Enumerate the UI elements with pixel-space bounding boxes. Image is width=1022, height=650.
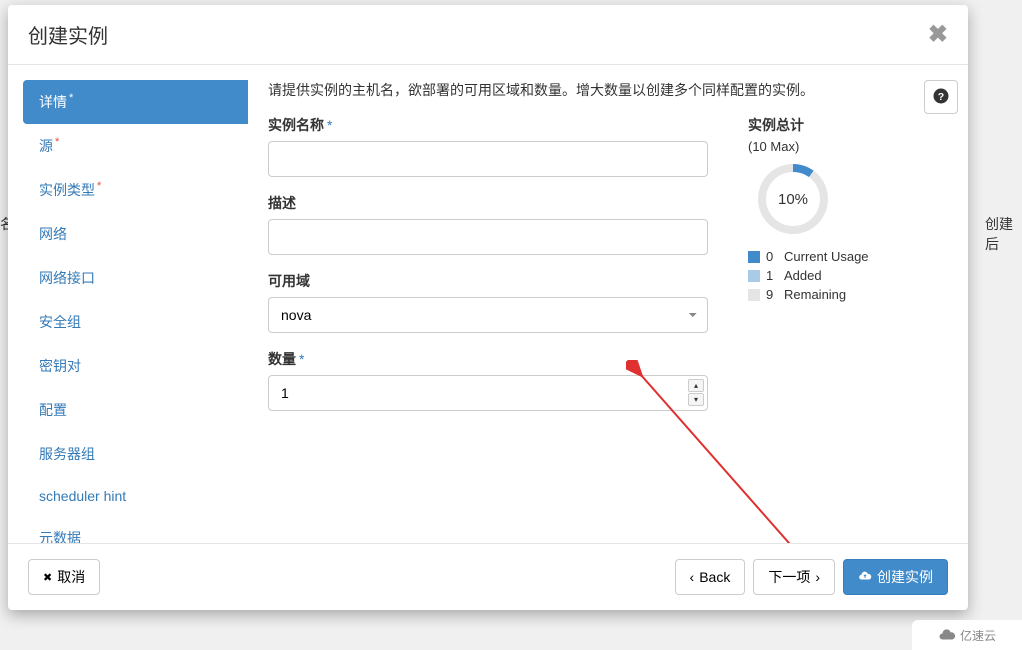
next-button[interactable]: 下一项 › [753, 559, 835, 595]
create-instance-modal: 创建实例 ✖ 详情* 源* 实例类型* 网络 网络接口 安全组 密钥对 [8, 5, 968, 610]
donut-percent-label: 10% [766, 172, 820, 226]
help-icon: ? [932, 87, 950, 108]
count-input[interactable] [268, 375, 708, 411]
sidebar-item-server-groups[interactable]: 服务器组 [23, 432, 248, 476]
sidebar-item-ports[interactable]: 网络接口 [23, 256, 248, 300]
help-button[interactable]: ? [924, 80, 958, 114]
summary-title: 实例总计 [748, 115, 948, 135]
count-step-down[interactable]: ▾ [688, 393, 704, 406]
close-icon: ✖ [43, 571, 52, 584]
modal-header: 创建实例 ✖ [8, 5, 968, 65]
chevron-left-icon: ‹ [690, 569, 695, 585]
description-input[interactable] [268, 219, 708, 255]
sidebar-item-scheduler-hint[interactable]: scheduler hint [23, 476, 248, 516]
create-instance-button[interactable]: 创建实例 [843, 559, 948, 595]
count-step-up[interactable]: ▴ [688, 379, 704, 392]
close-icon[interactable]: ✖ [928, 23, 948, 47]
sidebar-item-details[interactable]: 详情* [23, 80, 248, 124]
legend-remaining: 9 Remaining [748, 287, 948, 302]
instance-name-label: 实例名称* [268, 115, 708, 135]
sidebar-item-security-groups[interactable]: 安全组 [23, 300, 248, 344]
watermark: 亿速云 [912, 620, 1022, 650]
modal-body: 详情* 源* 实例类型* 网络 网络接口 安全组 密钥对 配置 [8, 65, 968, 543]
legend-current-usage: 0 Current Usage [748, 249, 948, 264]
wizard-content: ? 请提供实例的主机名，欲部署的可用区域和数量。增大数量以创建多个同样配置的实例… [248, 65, 968, 543]
chevron-right-icon: › [815, 569, 820, 585]
wizard-sidebar: 详情* 源* 实例类型* 网络 网络接口 安全组 密钥对 配置 [8, 65, 248, 543]
cancel-button[interactable]: ✖ 取消 [28, 559, 100, 595]
sidebar-item-metadata[interactable]: 元数据 [23, 516, 248, 543]
back-button[interactable]: ‹ Back [675, 559, 746, 595]
summary-subtitle: (10 Max) [748, 139, 948, 154]
modal-title: 创建实例 [28, 20, 108, 49]
description-label: 描述 [268, 193, 708, 213]
sidebar-item-network[interactable]: 网络 [23, 212, 248, 256]
count-label: 数量* [268, 349, 708, 369]
availability-zone-select[interactable]: nova [268, 297, 708, 333]
bg-col-created: 创建后 [985, 214, 1022, 254]
sidebar-item-keypair[interactable]: 密钥对 [23, 344, 248, 388]
availability-zone-label: 可用域 [268, 271, 708, 291]
sidebar-item-configuration[interactable]: 配置 [23, 388, 248, 432]
cloud-upload-icon [858, 569, 872, 586]
usage-donut-chart: 10% [758, 164, 828, 234]
sidebar-item-source[interactable]: 源* [23, 124, 248, 168]
usage-legend: 0 Current Usage 1 Added 9 Remaining [748, 249, 948, 302]
instance-name-input[interactable] [268, 141, 708, 177]
sidebar-item-flavor[interactable]: 实例类型* [23, 168, 248, 212]
intro-text: 请提供实例的主机名，欲部署的可用区域和数量。增大数量以创建多个同样配置的实例。 [268, 80, 948, 100]
modal-footer: ✖ 取消 ‹ Back 下一项 › 创建实例 [8, 543, 968, 610]
cloud-icon [938, 626, 956, 644]
legend-added: 1 Added [748, 268, 948, 283]
svg-text:?: ? [938, 90, 944, 102]
